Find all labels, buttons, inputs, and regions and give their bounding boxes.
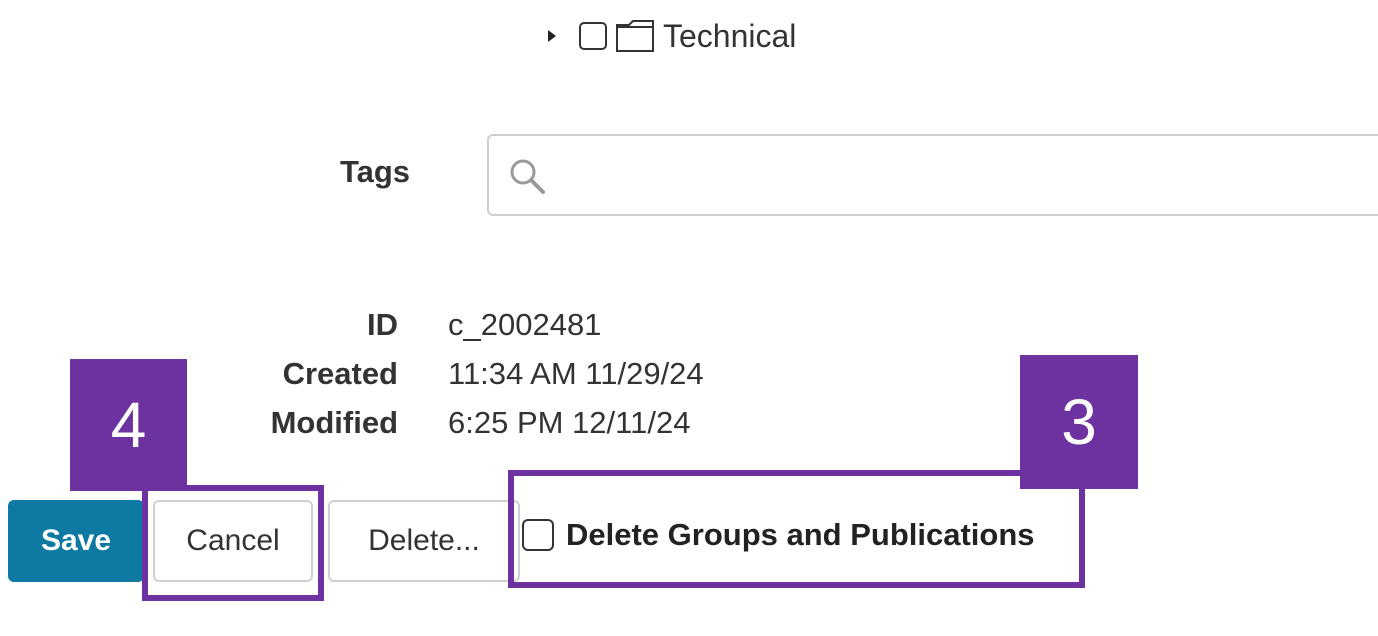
modified-value: 6:25 PM 12/11/24 bbox=[448, 405, 691, 440]
callout-badge-4: 4 bbox=[70, 359, 187, 491]
delete-button[interactable]: Delete... bbox=[328, 500, 520, 582]
callout-frame-delete-groups bbox=[508, 470, 1085, 588]
created-value: 11:34 AM 11/29/24 bbox=[448, 356, 704, 391]
tree-item-checkbox[interactable] bbox=[579, 22, 607, 50]
callout-frame-cancel bbox=[142, 485, 324, 601]
search-icon bbox=[507, 156, 547, 196]
caret-right-icon[interactable] bbox=[545, 29, 559, 43]
page: Technical Tags ID c_2002481 Created 11:3… bbox=[0, 0, 1378, 636]
tags-field[interactable] bbox=[487, 134, 1378, 216]
tags-input[interactable] bbox=[559, 146, 1378, 206]
id-value: c_2002481 bbox=[448, 307, 602, 342]
id-label: ID bbox=[367, 307, 398, 342]
tags-label: Tags bbox=[340, 154, 411, 189]
save-button[interactable]: Save bbox=[8, 500, 144, 582]
callout-badge-3: 3 bbox=[1020, 355, 1138, 489]
tree-item-label: Technical bbox=[663, 18, 797, 54]
folder-icon bbox=[615, 19, 655, 53]
tree-item-technical[interactable]: Technical bbox=[545, 14, 796, 58]
